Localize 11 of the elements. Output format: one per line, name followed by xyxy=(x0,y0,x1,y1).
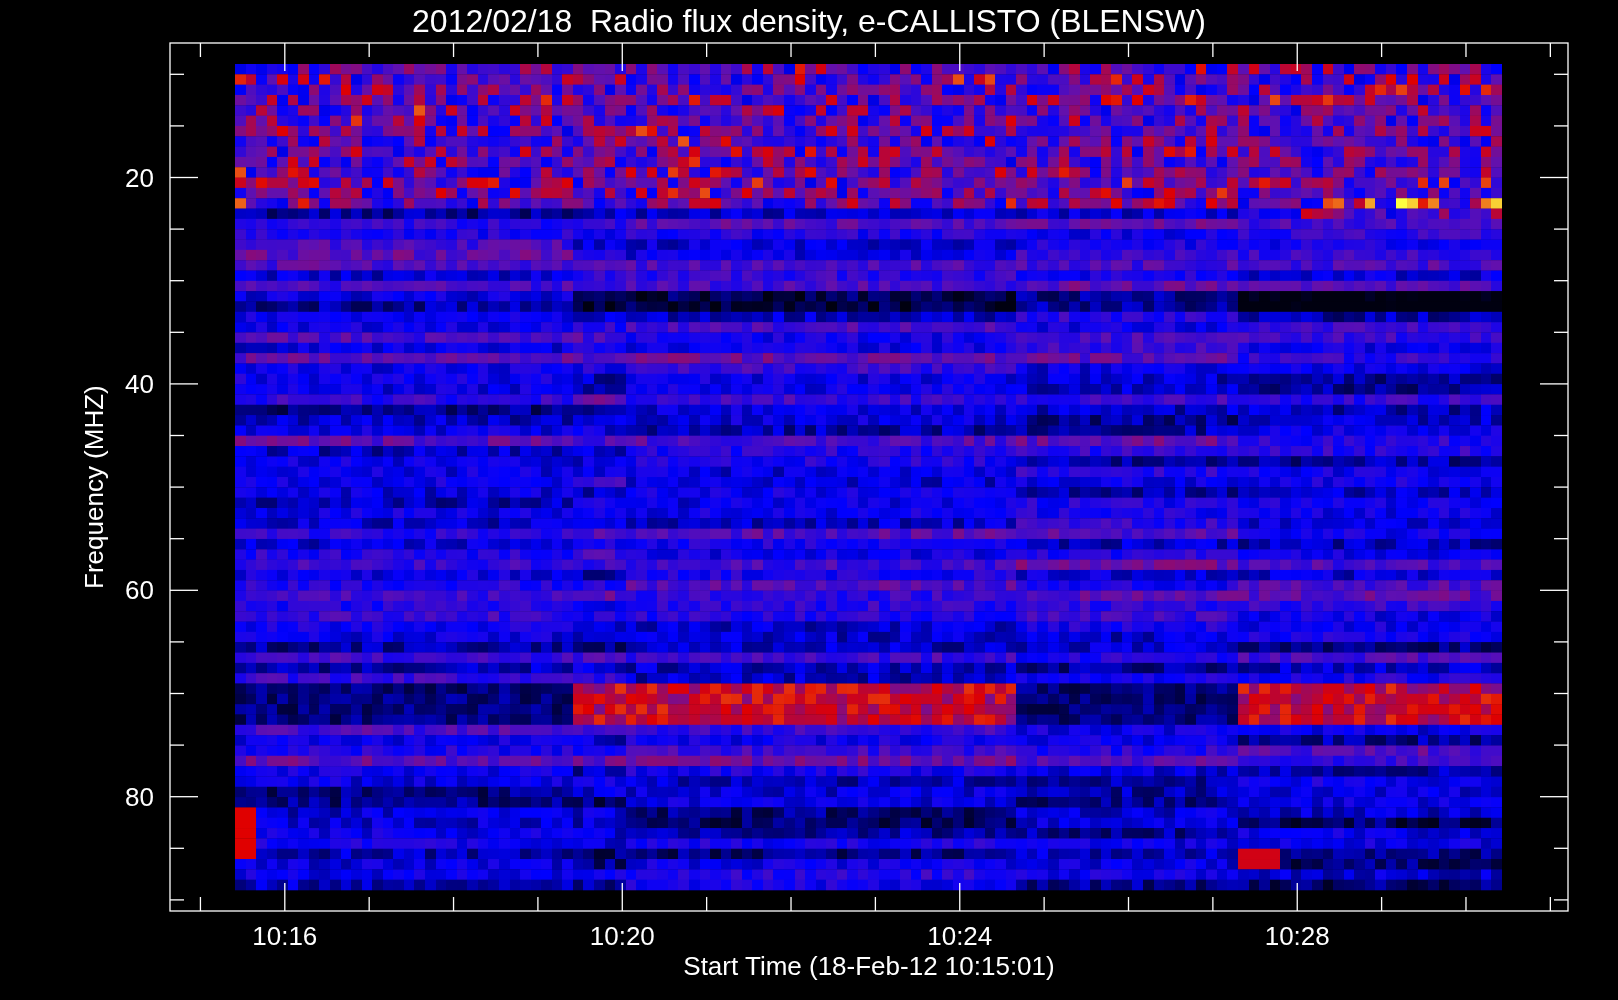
x-tick-label: 10:24 xyxy=(927,921,993,951)
y-tick-label: 60 xyxy=(125,575,154,606)
x-axis-label: Start Time (18-Feb-12 10:15:01) xyxy=(683,951,1055,981)
x-tick-label: 10:16 xyxy=(252,921,318,951)
y-tick-label: 20 xyxy=(125,162,154,193)
y-tick-label: 40 xyxy=(125,368,154,399)
y-tick-label: 80 xyxy=(125,781,154,812)
plot-title: 2012/02/18 Radio flux density, e-CALLISTO (BLENSW) xyxy=(412,3,1206,39)
x-tick-label: 10:20 xyxy=(589,921,655,951)
x-tick-label: 10:28 xyxy=(1264,921,1330,951)
y-axis-label: Frequency (MHZ) xyxy=(79,385,109,589)
